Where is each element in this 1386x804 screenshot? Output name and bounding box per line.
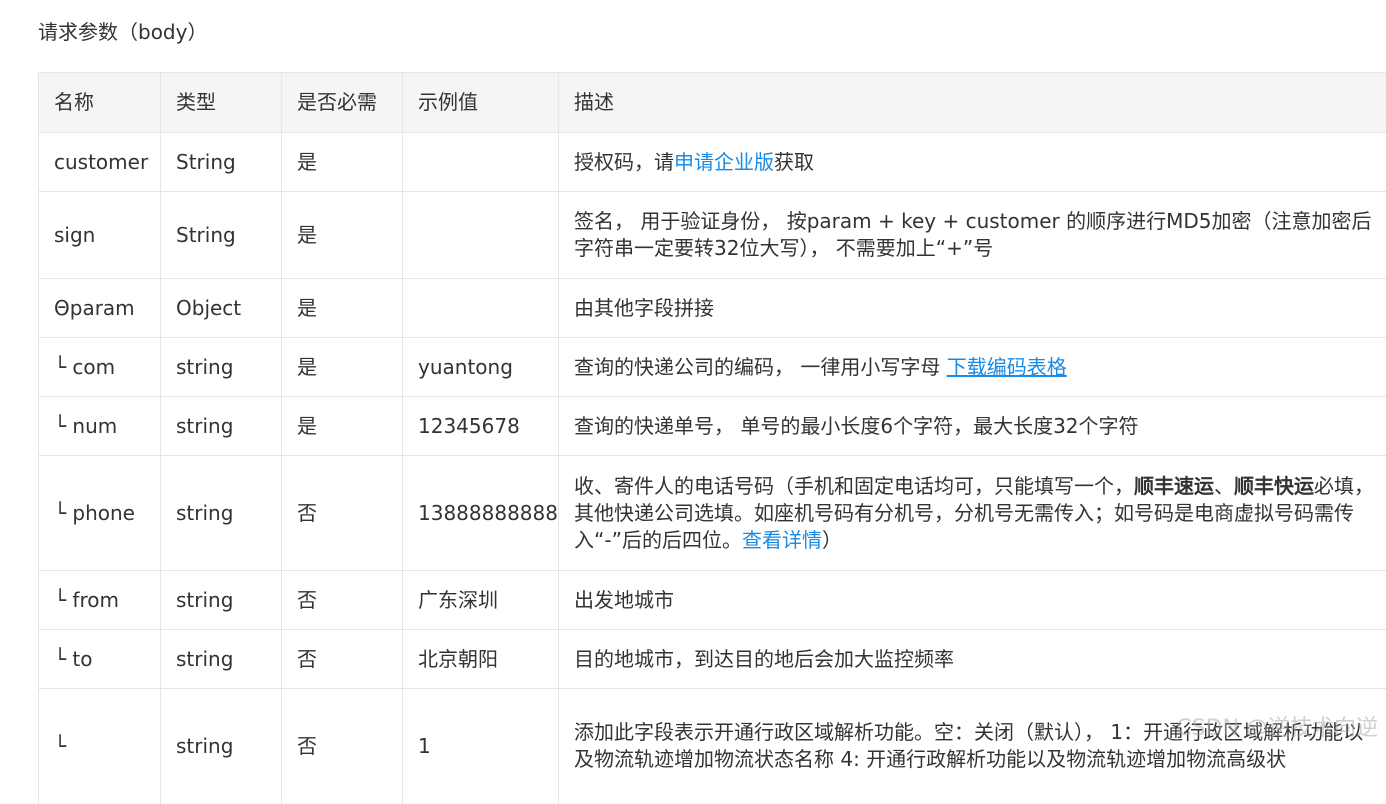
table-row: └ num string 是 12345678 查询的快递单号， 单号的最小长度… [39,397,1386,456]
header-required: 是否必需 [282,73,403,133]
desc-text: 收、寄件人的电话号码（手机和固定电话均可，只能填写一个， [574,474,1134,498]
desc-bold: 顺丰快运 [1234,474,1314,498]
desc-text: 由其他字段拼接 [574,296,714,320]
header-name: 名称 [39,73,161,133]
apply-enterprise-link[interactable]: 申请企业版 [674,150,774,174]
desc-text: 授权码，请 [574,150,674,174]
cell-name: └ [39,689,161,804]
desc-text: 、 [1214,474,1234,498]
cell-example [403,279,559,338]
cell-example [403,192,559,279]
cell-required: 是 [282,279,403,338]
header-description: 描述 [559,73,1386,133]
desc-text: 目的地城市，到达目的地后会加大监控频率 [574,647,954,671]
cell-description: 签名， 用于验证身份， 按param + key + customer 的顺序进… [559,192,1386,279]
table-row: └ phone string 否 13888888888 收、寄件人的电话号码（… [39,456,1386,571]
cell-required: 是 [282,397,403,456]
cell-name: └ from [39,571,161,630]
cell-required: 否 [282,689,403,804]
desc-text: 查询的快递单号， 单号的最小长度6个字符，最大长度32个字符 [574,414,1139,438]
cell-type: Object [161,279,282,338]
cell-name: Θparam [39,279,161,338]
params-table: 名称 类型 是否必需 示例值 描述 customer String 是 授权码，… [38,72,1386,804]
table-header-row: 名称 类型 是否必需 示例值 描述 [39,73,1386,133]
cell-description: 目的地城市，到达目的地后会加大监控频率 [559,630,1386,689]
cell-required: 是 [282,338,403,397]
cell-name: sign [39,192,161,279]
header-type: 类型 [161,73,282,133]
cell-example [403,133,559,192]
table-row: customer String 是 授权码，请申请企业版获取 [39,133,1386,192]
cell-example: 12345678 [403,397,559,456]
cell-description: 添加此字段表示开通行政区域解析功能。空：关闭（默认）， 1：开通行政区域解析功能… [559,689,1386,804]
cell-example: 1 [403,689,559,804]
cell-example: 广东深圳 [403,571,559,630]
cell-name: └ phone [39,456,161,571]
cell-example: yuantong [403,338,559,397]
header-example: 示例值 [403,73,559,133]
cell-required: 是 [282,133,403,192]
cell-description: 由其他字段拼接 [559,279,1386,338]
cell-required: 否 [282,630,403,689]
cell-description: 授权码，请申请企业版获取 [559,133,1386,192]
cell-type: string [161,397,282,456]
cell-type: String [161,133,282,192]
cell-required: 是 [282,192,403,279]
cell-description: 查询的快递公司的编码， 一律用小写字母 下载编码表格 [559,338,1386,397]
cell-type: string [161,338,282,397]
cell-required: 否 [282,571,403,630]
cell-description: 查询的快递单号， 单号的最小长度6个字符，最大长度32个字符 [559,397,1386,456]
table-row: └ com string 是 yuantong 查询的快递公司的编码， 一律用小… [39,338,1386,397]
cell-type: string [161,571,282,630]
desc-text: 添加此字段表示开通行政区域解析功能。空：关闭（默认）， 1：开通行政区域解析功能… [574,720,1363,771]
table-row: └ to string 否 北京朝阳 目的地城市，到达目的地后会加大监控频率 [39,630,1386,689]
cell-example: 北京朝阳 [403,630,559,689]
desc-text: 获取 [774,150,814,174]
desc-text: 签名， 用于验证身份， 按param + key + customer 的顺序进… [574,209,1372,260]
desc-text: ） [822,528,842,552]
cell-description: 出发地城市 [559,571,1386,630]
section-title: 请求参数（body） [38,16,207,45]
cell-name: └ num [39,397,161,456]
cell-required: 否 [282,456,403,571]
cell-type: string [161,630,282,689]
table-row: └ string 否 1 添加此字段表示开通行政区域解析功能。空：关闭（默认），… [39,689,1386,804]
cell-name: └ com [39,338,161,397]
cell-type: string [161,689,282,804]
cell-type: String [161,192,282,279]
cell-name: └ to [39,630,161,689]
desc-bold: 顺丰速运 [1134,474,1214,498]
cell-name: customer [39,133,161,192]
desc-text: 出发地城市 [574,588,674,612]
table-row: sign String 是 签名， 用于验证身份， 按param + key +… [39,192,1386,279]
table-row: Θparam Object 是 由其他字段拼接 [39,279,1386,338]
view-details-link[interactable]: 查看详情 [742,528,822,552]
download-code-table-link[interactable]: 下载编码表格 [947,355,1067,379]
cell-description: 收、寄件人的电话号码（手机和固定电话均可，只能填写一个，顺丰速运、顺丰快运必填，… [559,456,1386,571]
desc-text: 查询的快递公司的编码， 一律用小写字母 [574,355,947,379]
cell-type: string [161,456,282,571]
table-row: └ from string 否 广东深圳 出发地城市 [39,571,1386,630]
cell-example: 13888888888 [403,456,559,571]
